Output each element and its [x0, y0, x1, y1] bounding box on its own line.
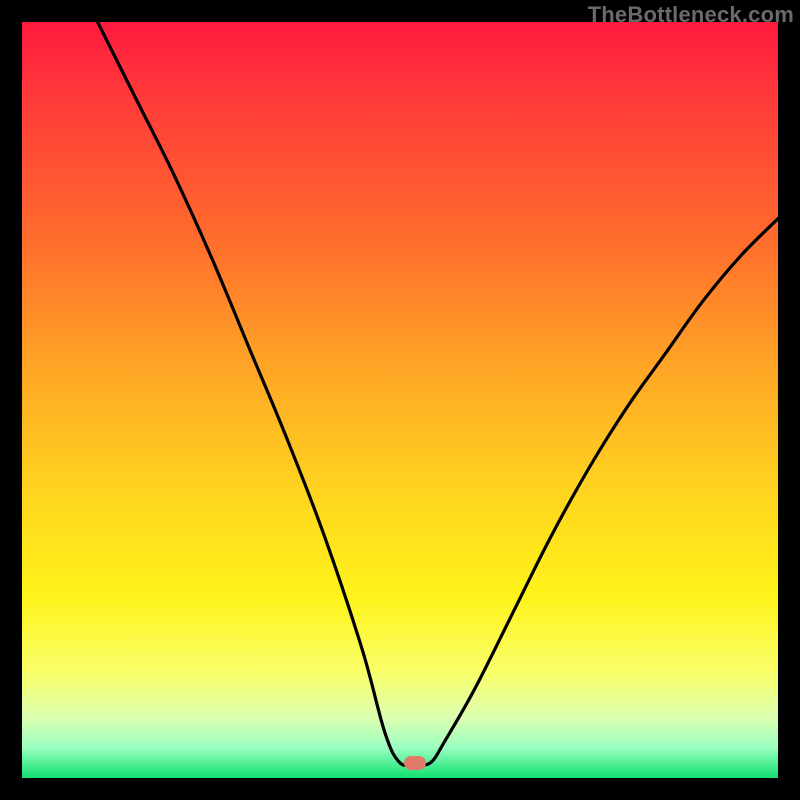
- minimum-marker: [404, 756, 426, 770]
- bottleneck-curve: [22, 22, 778, 778]
- chart-frame: TheBottleneck.com: [0, 0, 800, 800]
- watermark-text: TheBottleneck.com: [588, 2, 794, 28]
- plot-area: [22, 22, 778, 778]
